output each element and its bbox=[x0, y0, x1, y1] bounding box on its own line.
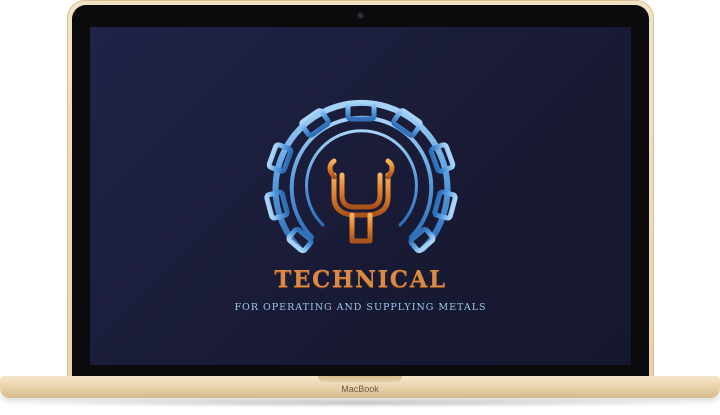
base-shadow bbox=[20, 398, 700, 408]
camera-icon bbox=[358, 13, 363, 18]
brand-subtitle: FOR OPERATING AND SUPPLYING METALS bbox=[234, 302, 487, 313]
gear-wrench-logo-icon bbox=[264, 99, 458, 254]
brand-title: TECHNICAL bbox=[274, 266, 447, 293]
base-label: MacBook bbox=[341, 384, 379, 394]
base-notch bbox=[318, 376, 402, 382]
laptop-screen: TECHNICAL FOR OPERATING AND SUPPLYING ME… bbox=[90, 27, 631, 365]
